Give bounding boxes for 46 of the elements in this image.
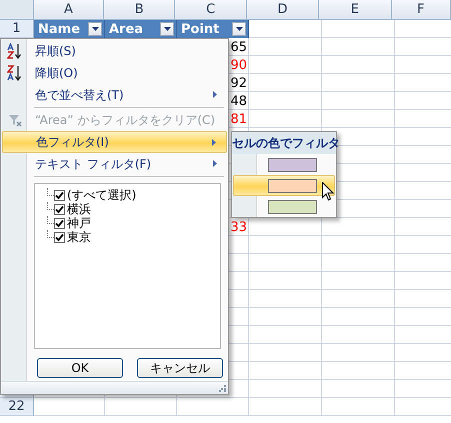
dialog-button[interactable]: キャンセル [137,358,223,378]
caret-icon [164,27,170,31]
caret-icon [92,27,98,31]
column-header[interactable]: E [319,0,392,20]
sort-descending-icon [6,65,22,81]
filter-dropdown-button[interactable] [160,22,174,36]
row-header[interactable]: 22 [0,398,34,416]
column-header[interactable]: D [246,0,320,20]
filter-dropdown-button[interactable] [232,22,246,36]
cell-value: 33 [230,221,247,235]
menu-item[interactable]: 昇順(S) [2,40,227,62]
mouse-pointer-icon [322,182,334,201]
checkbox[interactable] [54,204,65,214]
menu-item[interactable]: テキスト フィルタ(F) [2,153,227,175]
cell-value: 48 [230,95,247,109]
value-label: 東京 [67,229,91,246]
header-text: Point [181,22,220,36]
cell-value: 65 [230,41,247,55]
value-label: 神戸 [67,215,91,231]
value-label: 横浜 [67,202,91,217]
row-number: 22 [8,399,25,414]
menu-item[interactable]: 色で並べ替え(T) [2,84,227,106]
funnel-icon [8,113,22,127]
cell-value: 81 [230,113,247,127]
color-option[interactable] [233,175,335,196]
column-header[interactable]: F [392,0,451,20]
dialog-button[interactable]: OK [37,358,123,378]
cell-value: 90 [230,59,247,73]
row-header[interactable]: 1 [0,20,34,38]
header-text: Area [109,22,144,36]
checkbox[interactable] [54,190,65,200]
sort-ascending-icon [6,43,22,59]
caret-icon [236,27,242,31]
menu-item[interactable]: 色フィルタ(I) [2,131,227,153]
resize-grip-icon[interactable] [219,385,226,392]
grid-cell [105,398,177,416]
submenu-title: セルの色でフィルタ [232,132,336,154]
grid-cell [34,398,105,416]
filter-dropdown-button[interactable] [88,22,102,36]
grid-cell [177,398,249,416]
cell-value: 92 [230,77,247,91]
checkbox[interactable] [54,232,65,242]
checkbox[interactable] [54,218,65,228]
header-text: Name [38,22,80,36]
menu-item[interactable]: 降順(O) [2,62,227,84]
value-label: (すべて選択) [67,186,136,203]
